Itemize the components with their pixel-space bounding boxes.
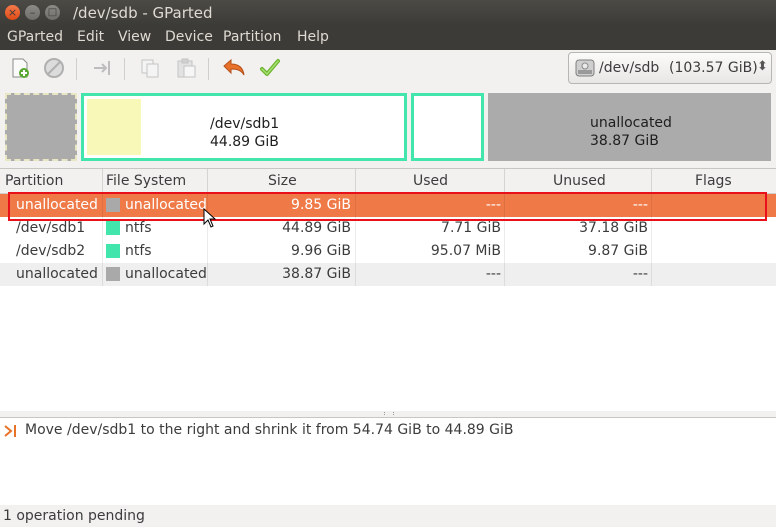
column-divider: [504, 263, 505, 286]
window-title: /dev/sdb - GParted: [73, 4, 213, 22]
apply-icon: [260, 59, 280, 76]
resize-move-button[interactable]: [90, 56, 114, 80]
map-unallocated-block-2[interactable]: unallocated 38.87 GiB: [488, 93, 771, 161]
device-size: (103.57 GiB): [669, 60, 758, 76]
menu-gparted[interactable]: GParted: [7, 29, 63, 45]
column-divider: [651, 263, 652, 286]
filesystem-color-swatch: [106, 244, 120, 258]
column-divider: [102, 240, 103, 263]
combo-arrows-icon: ⬍: [757, 59, 768, 74]
column-separator: [102, 169, 103, 193]
header-used[interactable]: Used: [413, 173, 448, 189]
cell-used: ---: [485, 266, 501, 282]
close-window-button[interactable]: ×: [5, 5, 20, 20]
menu-edit[interactable]: Edit: [77, 29, 104, 45]
table-row[interactable]: /dev/sdb2 ntfs 9.96 GiB 95.07 MiB 9.87 GiB: [0, 240, 776, 263]
column-divider: [102, 263, 103, 286]
menu-partition[interactable]: Partition: [223, 29, 281, 45]
menu-help[interactable]: Help: [297, 29, 329, 45]
splitter-grip: [384, 412, 394, 415]
partition-map: /dev/sdb1 44.89 GiB unallocated 38.87 Gi…: [0, 88, 776, 166]
cell-unused: 37.18 GiB: [579, 220, 648, 236]
map-sdb1-size: 44.89 GiB: [210, 134, 279, 150]
paste-button[interactable]: [174, 56, 198, 80]
copy-button[interactable]: [138, 56, 162, 80]
new-partition-button[interactable]: [8, 56, 32, 80]
paste-icon: [177, 58, 196, 78]
column-divider: [207, 263, 208, 286]
device-name: /dev/sdb: [599, 60, 660, 76]
maximize-icon: □: [47, 7, 58, 18]
cell-unused: 9.87 GiB: [588, 243, 648, 259]
cell-size: 38.87 GiB: [282, 266, 351, 282]
header-unused[interactable]: Unused: [553, 173, 606, 189]
status-bar: 1 operation pending: [0, 505, 776, 527]
table-row[interactable]: unallocated unallocated 38.87 GiB --- ---: [0, 263, 776, 286]
cell-partition: /dev/sdb2: [16, 243, 86, 259]
cell-size: 44.89 GiB: [282, 220, 351, 236]
header-size[interactable]: Size: [268, 173, 297, 189]
undo-icon: [223, 58, 245, 76]
table-header: Partition File System Size Used Unused F…: [0, 169, 776, 194]
column-separator: [355, 169, 356, 193]
column-separator: [504, 169, 505, 193]
map-sdb1-name: /dev/sdb1: [210, 116, 280, 132]
hard-disk-icon: [575, 59, 595, 77]
cell-size: 9.96 GiB: [291, 243, 351, 259]
cell-used: 95.07 MiB: [430, 243, 501, 259]
cell-partition: /dev/sdb1: [16, 220, 86, 236]
header-flags[interactable]: Flags: [695, 173, 732, 189]
column-separator: [207, 169, 208, 193]
map-sdb1-block[interactable]: /dev/sdb1 44.89 GiB: [81, 93, 407, 161]
column-divider: [651, 240, 652, 263]
map-unallocated-size: 38.87 GiB: [590, 133, 659, 149]
map-unallocated-block-1[interactable]: [5, 93, 77, 161]
new-partition-icon: [12, 58, 29, 78]
filesystem-color-swatch: [106, 267, 120, 281]
menu-view[interactable]: View: [118, 29, 151, 45]
mouse-cursor-icon: [203, 208, 217, 228]
toolbar-separator: [76, 58, 77, 80]
filesystem-color-swatch: [106, 221, 120, 235]
menu-bar: GParted Edit View Device Partition Help: [0, 26, 776, 50]
resize-move-icon: [94, 61, 110, 75]
delete-icon: [44, 58, 64, 78]
column-divider: [504, 240, 505, 263]
apply-button[interactable]: [258, 56, 282, 80]
cell-partition: unallocated: [16, 266, 98, 282]
cell-file-system: ntfs: [125, 243, 152, 259]
map-sdb2-block[interactable]: [411, 93, 484, 161]
map-unallocated-name: unallocated: [590, 115, 672, 131]
toolbar-separator: [208, 58, 209, 80]
minimize-window-button[interactable]: –: [25, 5, 40, 20]
menu-device[interactable]: Device: [165, 29, 213, 45]
device-selector[interactable]: /dev/sdb (103.57 GiB) ⬍: [568, 52, 772, 84]
minimize-icon: –: [29, 6, 36, 19]
column-divider: [207, 240, 208, 263]
header-file-system[interactable]: File System: [106, 173, 186, 189]
operation-text: Move /dev/sdb1 to the right and shrink i…: [25, 422, 514, 438]
column-separator: [651, 169, 652, 193]
maximize-window-button[interactable]: □: [45, 5, 60, 20]
copy-icon: [141, 59, 159, 78]
delete-button[interactable]: [42, 56, 66, 80]
cell-file-system: unallocated: [125, 266, 207, 282]
operation-item[interactable]: Move /dev/sdb1 to the right and shrink i…: [0, 421, 776, 441]
resize-move-operation-icon: [4, 425, 16, 437]
pending-operations-pane: Move /dev/sdb1 to the right and shrink i…: [0, 417, 776, 507]
column-divider: [355, 263, 356, 286]
map-sdb1-used: [87, 99, 141, 155]
column-divider: [355, 240, 356, 263]
selection-highlight-box: [8, 192, 767, 221]
undo-button[interactable]: [222, 56, 246, 80]
cell-unused: ---: [632, 266, 648, 282]
cell-used: 7.71 GiB: [441, 220, 501, 236]
cell-file-system: ntfs: [125, 220, 152, 236]
close-icon: ×: [7, 6, 18, 19]
toolbar-separator: [124, 58, 125, 80]
header-partition[interactable]: Partition: [5, 173, 63, 189]
status-text: 1 operation pending: [3, 508, 145, 524]
title-bar: × – □ /dev/sdb - GParted: [0, 0, 776, 26]
